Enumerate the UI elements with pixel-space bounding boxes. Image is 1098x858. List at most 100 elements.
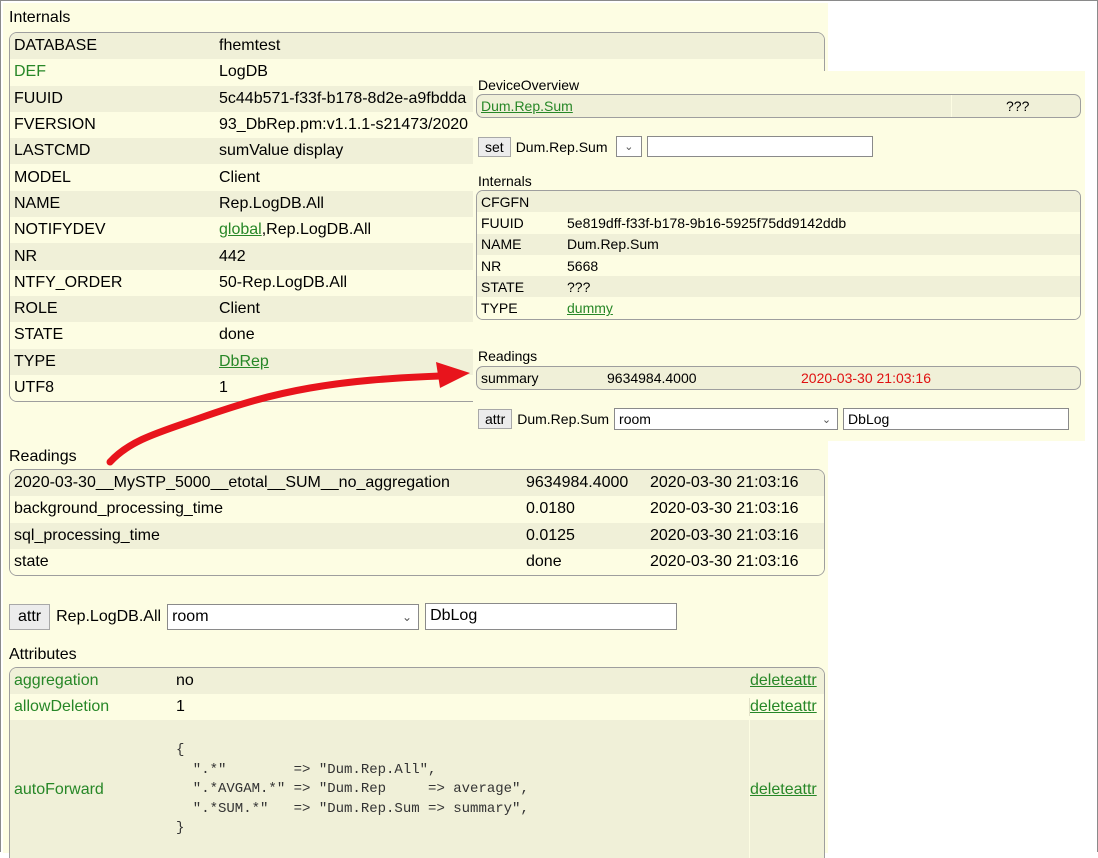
internal-key: STATE bbox=[481, 278, 525, 295]
overlay-internal-row: NR 5668 bbox=[477, 254, 1080, 277]
attribute-name[interactable]: autoForward bbox=[10, 781, 176, 799]
device-overview-overlay: DeviceOverview Dum.Rep.Sum ??? set Dum.R… bbox=[473, 71, 1085, 441]
overlay-attr-bar: attr Dum.Rep.Sum room ⌄ DbLog bbox=[478, 408, 1070, 430]
overlay-internal-row: CFGFN bbox=[477, 191, 1080, 213]
internal-key: UTF8 bbox=[14, 379, 54, 396]
overlay-reading-row: summary 9634984.4000 2020-03-30 21:03:16 bbox=[476, 366, 1081, 390]
internal-value: 5e819dff-f33f-b178-9b16-5925f75dd9142ddb bbox=[567, 214, 847, 231]
attr-value-input[interactable]: DbLog bbox=[843, 408, 1070, 430]
set-value-input[interactable] bbox=[646, 136, 873, 157]
reading-value: 0.0180 bbox=[526, 500, 575, 518]
attr-select-value: room bbox=[172, 607, 209, 625]
attribute-row: allowDeletion 1 deleteattr bbox=[10, 694, 824, 720]
reading-time: 2020-03-30 21:03:16 bbox=[650, 526, 799, 544]
deleteattr-link[interactable]: deleteattr bbox=[750, 672, 817, 689]
attr-device-label: Rep.LogDB.All bbox=[56, 607, 162, 625]
deleteattr-link[interactable]: deleteattr bbox=[750, 781, 817, 799]
overview-device-link[interactable]: Dum.Rep.Sum bbox=[477, 98, 951, 114]
reading-time: 2020-03-30 21:03:16 bbox=[650, 500, 799, 518]
overlay-internal-row: STATE??? bbox=[477, 276, 1080, 298]
type-link[interactable]: dummy bbox=[567, 300, 613, 316]
attribute-code: { ".*" => "Dum.Rep.All", ".*AVGAM.*" => … bbox=[176, 742, 529, 837]
internal-key: MODEL bbox=[14, 168, 71, 186]
overlay-internals-title: Internals bbox=[478, 173, 532, 189]
attribute-name[interactable]: aggregation bbox=[10, 672, 176, 690]
internal-key: NTFY_ORDER bbox=[14, 273, 123, 291]
attribute-action-cell: deleteattr bbox=[750, 672, 824, 690]
internal-value: ??? bbox=[567, 278, 591, 295]
attribute-action-cell: deleteattr bbox=[749, 720, 824, 858]
internal-key: ROLE bbox=[14, 300, 58, 318]
set-button[interactable]: set bbox=[478, 136, 511, 157]
attribute-action-cell: deleteattr bbox=[749, 698, 824, 716]
attribute-row: autoForward { ".*" => "Dum.Rep.All", ".*… bbox=[10, 720, 824, 858]
internal-value: dummy bbox=[567, 300, 1080, 316]
reading-name: sql_processing_time bbox=[14, 526, 160, 544]
internal-key: FUUID bbox=[14, 89, 63, 107]
readings-table: 2020-03-30__MySTP_5000__etotal__SUM__no_… bbox=[9, 469, 825, 577]
reading-time: 2020-03-30 21:03:16 bbox=[801, 370, 931, 386]
attr-select-value: room bbox=[619, 411, 651, 427]
internal-key: FVERSION bbox=[14, 116, 96, 134]
overlay-internal-row: NAME Dum.Rep.Sum bbox=[477, 233, 1080, 255]
attr-button[interactable]: attr bbox=[9, 603, 51, 630]
device-overview-row: Dum.Rep.Sum ??? bbox=[476, 94, 1081, 118]
internal-key: STATE bbox=[14, 326, 64, 344]
reading-row: sql_processing_time 0.0125 2020-03-30 21:0… bbox=[10, 522, 824, 549]
overlay-readings-title: Readings bbox=[478, 348, 538, 364]
internal-value: fhemtest bbox=[219, 37, 281, 55]
attr-bar: attr Rep.LogDB.All room ⌄ DbLog bbox=[9, 603, 678, 630]
reading-row: state done 2020-03-30 21:03:16 bbox=[10, 548, 824, 576]
reading-name: state bbox=[14, 553, 49, 571]
internal-key[interactable]: DEF bbox=[10, 63, 219, 81]
set-device-label: Dum.Rep.Sum bbox=[515, 138, 608, 155]
reading-name: summary bbox=[481, 370, 539, 386]
internal-key: NOTIFYDEV bbox=[14, 221, 106, 239]
attribute-name[interactable]: allowDeletion bbox=[10, 698, 176, 716]
internal-key: TYPE bbox=[14, 352, 56, 370]
attr-button[interactable]: attr bbox=[478, 409, 513, 429]
internal-key: TYPE bbox=[481, 300, 518, 317]
internal-value: 5668 bbox=[567, 257, 599, 274]
overview-divider bbox=[951, 95, 1006, 117]
attribute-value: { ".*" => "Dum.Rep.All", ".*AVGAM.*" => … bbox=[176, 741, 749, 839]
global-link[interactable]: global bbox=[219, 221, 262, 238]
readings-title: Readings bbox=[9, 448, 77, 465]
internal-row-database: DATABASE fhemtest bbox=[10, 33, 824, 60]
type-link[interactable]: DbRep bbox=[219, 353, 269, 370]
deleteattr-link[interactable]: deleteattr bbox=[750, 698, 817, 715]
attribute-row: aggregation no deleteattr bbox=[10, 668, 824, 694]
attr-value-input[interactable]: DbLog bbox=[425, 603, 678, 630]
overview-state: ??? bbox=[1006, 98, 1030, 114]
reading-value: 9634984.4000 bbox=[607, 370, 697, 386]
internal-key: NR bbox=[481, 257, 502, 274]
attribute-value: no bbox=[176, 672, 194, 689]
internal-key: LASTCMD bbox=[14, 142, 91, 160]
chevron-down-icon: ⌄ bbox=[624, 141, 634, 153]
attr-select[interactable]: room ⌄ bbox=[614, 408, 839, 430]
internal-key: FUUID bbox=[481, 214, 524, 231]
internals-title: Internals bbox=[9, 9, 71, 26]
internal-value: Dum.Rep.Sum bbox=[567, 236, 659, 253]
reading-name: 2020-03-30__MySTP_5000__etotal__SUM__no_… bbox=[14, 474, 450, 492]
chevron-down-icon: ⌄ bbox=[402, 609, 413, 624]
set-select[interactable]: ⌄ bbox=[615, 136, 642, 157]
attr-select[interactable]: room ⌄ bbox=[167, 603, 420, 630]
reading-value: 0.0125 bbox=[526, 526, 575, 544]
reading-value: 9634984.4000 bbox=[526, 474, 629, 492]
reading-time: 2020-03-30 21:03:16 bbox=[650, 553, 799, 571]
reading-name: background_processing_time bbox=[14, 500, 224, 518]
overlay-internal-row: TYPE dummy bbox=[477, 297, 1080, 319]
attributes-title: Attributes bbox=[9, 646, 77, 663]
overlay-internal-row: FUUID 5e819dff-f33f-b178-9b16-5925f75dd91… bbox=[477, 212, 1080, 234]
device-overview-title: DeviceOverview bbox=[478, 77, 580, 93]
internal-key: NAME bbox=[14, 194, 61, 212]
set-bar: set Dum.Rep.Sum ⌄ bbox=[478, 136, 873, 157]
attributes-table: aggregation no deleteattr allowDeletion … bbox=[9, 667, 825, 858]
reading-row: 2020-03-30__MySTP_5000__etotal__SUM__no_… bbox=[10, 470, 824, 497]
internal-key: CFGFN bbox=[481, 193, 530, 210]
chevron-down-icon: ⌄ bbox=[821, 414, 832, 426]
internal-key: NAME bbox=[481, 236, 522, 253]
reading-value: done bbox=[526, 553, 562, 571]
attribute-value: 1 bbox=[176, 698, 185, 715]
